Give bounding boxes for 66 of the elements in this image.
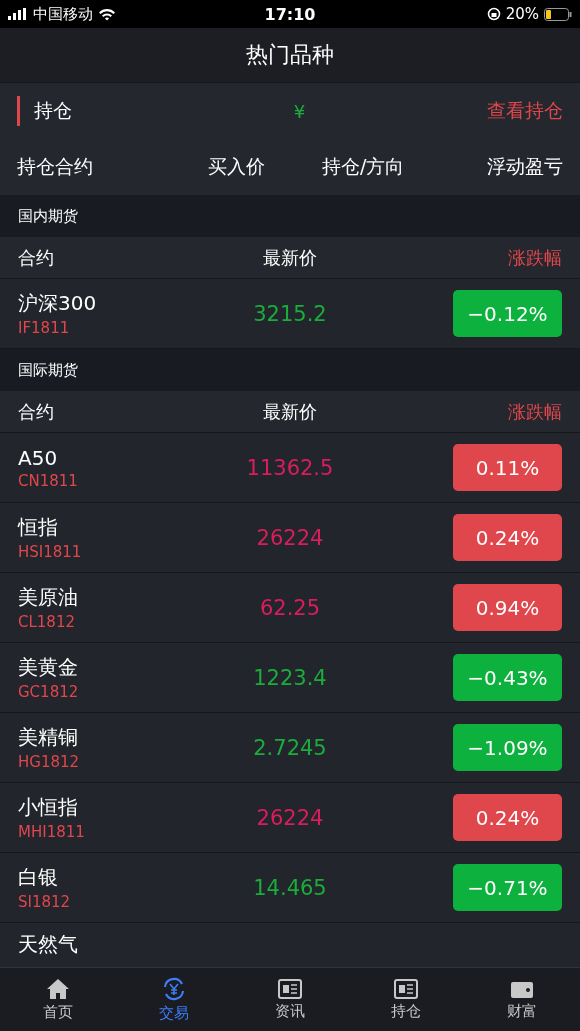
column-header: 合约 <box>18 245 55 270</box>
tab-item[interactable]: 持仓 <box>348 968 464 1031</box>
change-percent: 0.24% <box>475 525 540 550</box>
accent-bar <box>17 96 20 126</box>
change-percent: −1.09% <box>467 735 548 760</box>
contract-name: 小恒指 <box>18 794 79 821</box>
contract-name: 天然气 <box>18 932 78 956</box>
contract-name: A50 <box>18 445 59 470</box>
column-header: 持仓合约 <box>17 154 94 179</box>
tab-item[interactable]: 财富 <box>464 968 580 1031</box>
status-time: 17:10 <box>264 4 316 24</box>
contract-name: 恒指 <box>18 514 59 541</box>
carrier-name: 中国移动 <box>33 4 93 24</box>
contract-name: 美精铜 <box>18 724 79 751</box>
battery-icon <box>544 7 572 21</box>
battery-percent: 20% <box>505 5 539 23</box>
column-header: 合约 <box>18 399 55 424</box>
column-header: 持仓/方向 <box>321 154 406 179</box>
contract-name: 美原油 <box>18 584 79 611</box>
contract-name: 沪深300 <box>18 290 98 317</box>
home-icon <box>46 977 70 1000</box>
latest-price: 62.25 <box>258 595 322 620</box>
change-percent: 0.94% <box>475 595 540 620</box>
change-percent: −0.71% <box>467 875 548 900</box>
tab-item[interactable]: 交易 <box>116 968 232 1031</box>
view-holdings-link[interactable]: 查看持仓 <box>487 98 563 124</box>
contract-code: HSI1811 <box>18 543 83 561</box>
change-percent: −0.12% <box>467 301 548 326</box>
rotation-lock-icon <box>486 7 501 21</box>
contract-code: SI1812 <box>18 893 72 911</box>
contract-code: IF1811 <box>18 319 71 337</box>
latest-price: 11362.5 <box>245 455 335 480</box>
change-percent: 0.11% <box>475 455 540 480</box>
contract-name: 美黄金 <box>18 654 79 681</box>
section-title: 持仓 <box>34 98 72 123</box>
column-header: 最新价 <box>262 399 318 424</box>
column-header: 涨跌幅 <box>507 245 562 270</box>
column-header: 浮动盈亏 <box>486 154 563 179</box>
wifi-icon <box>98 7 116 21</box>
contract-code: MHI1811 <box>18 823 86 841</box>
page-title: 热门品种 <box>246 41 334 69</box>
contract-code: HG1812 <box>18 753 81 771</box>
contract-name: 白银 <box>18 864 59 891</box>
contract-code: GC1812 <box>18 683 80 701</box>
latest-price: 14.465 <box>252 875 328 900</box>
contract-code: CN1811 <box>18 471 79 490</box>
tab-item[interactable]: 资讯 <box>232 968 348 1031</box>
column-header: 买入价 <box>207 154 267 179</box>
latest-price: 26224 <box>255 525 325 550</box>
newspaper-icon <box>278 978 302 999</box>
column-header: 最新价 <box>262 245 318 270</box>
newspaper-icon <box>394 978 418 999</box>
contract-code: CL1812 <box>18 613 76 631</box>
latest-price: 1223.4 <box>252 665 328 690</box>
latest-price: 2.7245 <box>252 735 328 760</box>
yen-exchange-icon <box>161 976 187 1001</box>
currency-symbol: ¥ <box>293 100 306 122</box>
section-label: 国际期货 <box>18 360 78 380</box>
change-percent: 0.24% <box>475 805 540 830</box>
tab-item[interactable]: 首页 <box>0 968 116 1031</box>
latest-price: 26224 <box>255 805 325 830</box>
column-header: 涨跌幅 <box>507 399 562 424</box>
section-label: 国内期货 <box>18 206 78 226</box>
change-percent: −0.43% <box>467 665 548 690</box>
signal-icon <box>8 8 28 20</box>
latest-price: 3215.2 <box>252 301 328 326</box>
